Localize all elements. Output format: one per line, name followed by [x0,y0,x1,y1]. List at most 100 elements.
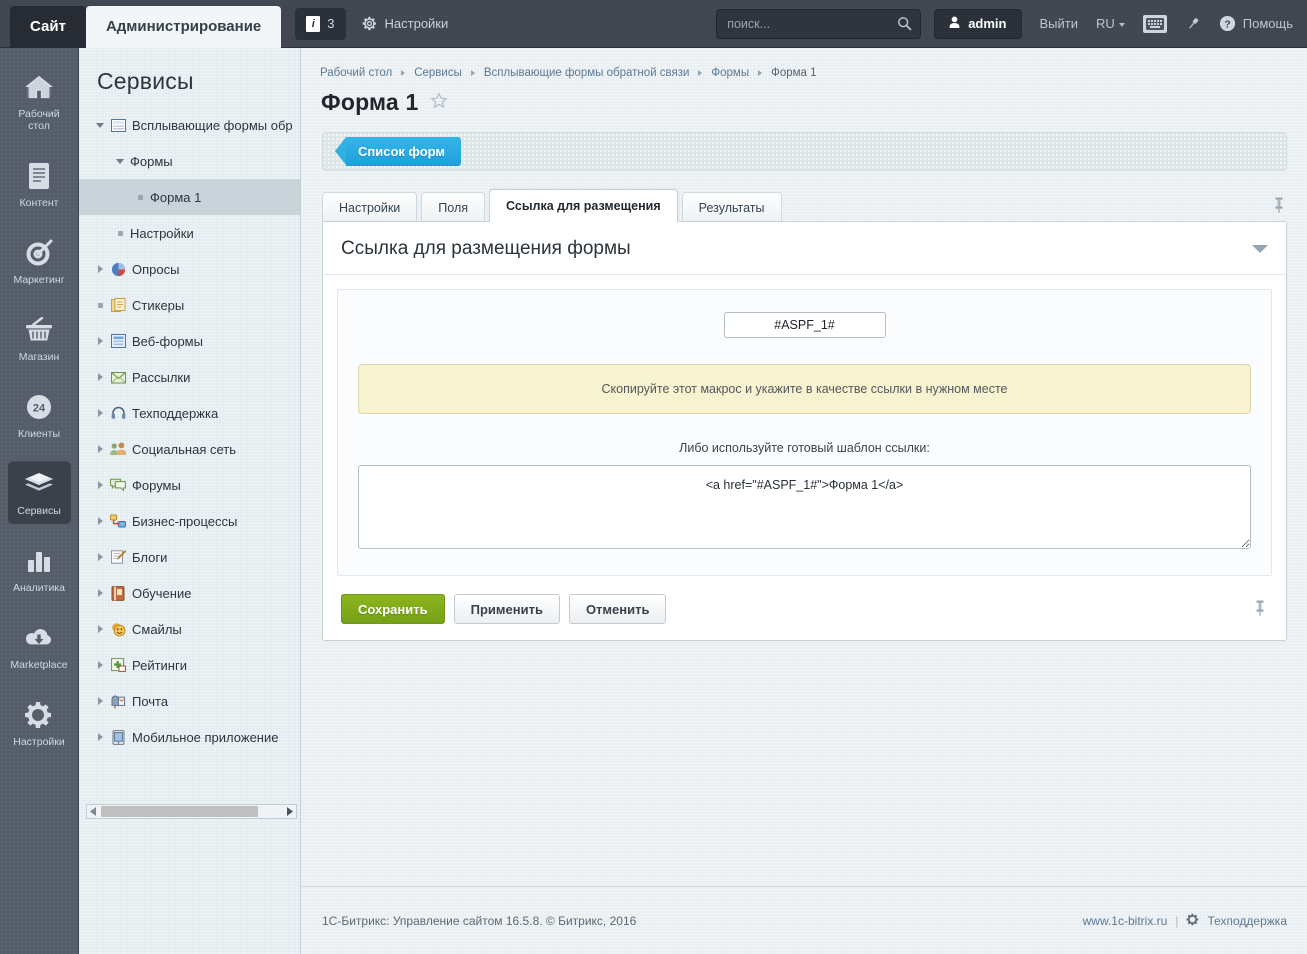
chevron-right-icon[interactable] [93,265,107,273]
tree-node[interactable]: Социальная сеть [79,431,300,467]
chevron-down-icon[interactable] [93,122,107,128]
sidebar-item-services[interactable]: Сервисы [7,461,71,524]
breadcrumb-separator-icon [470,70,475,76]
chevron-right-icon[interactable] [93,337,107,345]
page-title: Форма 1 [321,89,419,115]
pin-icon[interactable] [1252,599,1268,620]
caret-down-icon[interactable] [1252,245,1268,253]
search-input[interactable] [717,9,921,38]
tree-node[interactable]: Техподдержка [79,395,300,431]
tab-результаты[interactable]: Результаты [681,192,782,222]
breadcrumb-item[interactable]: Форма 1 [771,67,816,79]
sidebar-item-settings[interactable]: Настройки [8,692,71,755]
tree-node[interactable]: Почта [79,683,300,719]
macro-input[interactable] [723,312,886,338]
button-row: Сохранить Применить Отменить [323,586,1286,640]
settings-button[interactable]: Настройки [362,16,449,31]
chevron-right-icon[interactable] [93,589,107,597]
tree-node[interactable]: Форумы [79,467,300,503]
sidebar-item-analytics[interactable]: Аналитика [8,538,71,601]
chevron-right-icon[interactable] [93,517,107,525]
smiley-icon [107,622,129,637]
question-circle-icon: ? [1219,15,1235,32]
tree-node-label: Обучение [132,585,192,601]
sidebar-item-clients[interactable]: 24 Клиенты [8,384,71,447]
sidebar-item-content[interactable]: Контент [8,153,71,216]
tree-node-label: Блоги [132,549,168,565]
chevron-right-icon[interactable] [93,661,107,669]
tree-node[interactable]: Рассылки [79,359,300,395]
people-icon [107,442,129,456]
sidebar-item-desktop[interactable]: Рабочий стол [8,64,71,139]
search-box[interactable] [716,8,922,39]
main-content: Рабочий стол Сервисы Всплывающие формы обр… [301,48,1307,954]
footer-site-link[interactable]: www.1c-bitrix.ru [1083,914,1168,928]
sidebar-item-shop[interactable]: Магазин [8,307,71,370]
chevron-right-icon[interactable] [93,553,107,561]
chevron-right-icon[interactable] [93,481,107,489]
tree-node[interactable]: Веб-формы [79,323,300,359]
keyboard-shortcuts-button[interactable] [1142,14,1167,33]
apply-button[interactable]: Применить [453,594,560,624]
user-menu-button[interactable]: admin [934,8,1022,39]
logout-link[interactable]: Выйти [1040,16,1079,31]
scrollbar-thumb[interactable] [101,806,258,817]
chevron-right-icon[interactable] [93,625,107,633]
star-outline-icon[interactable] [429,92,448,113]
tree-node[interactable]: Форма 1 [79,179,300,215]
language-selector[interactable]: RU [1096,16,1125,31]
layers-icon [24,469,54,499]
footer-support-link[interactable]: Техподдержка [1207,914,1287,928]
breadcrumb-item[interactable]: Всплывающие формы обратной связи [484,67,690,79]
link-template-textarea[interactable] [358,465,1251,549]
breadcrumb-item[interactable]: Формы [711,67,749,79]
tree-node[interactable]: Опросы [79,251,300,287]
chevron-right-icon[interactable] [93,445,107,453]
sidebar-item-marketing[interactable]: Маркетинг [8,230,71,293]
pin-icon[interactable] [1185,16,1201,32]
tree-node[interactable]: Обучение [79,575,300,611]
tree-node[interactable]: Мобильное приложение [79,719,300,755]
tree-node-label: Почта [132,693,169,709]
settings-label: Настройки [384,16,449,31]
tree-title: Сервисы [97,68,194,94]
chevron-right-icon[interactable] [93,697,107,705]
tree-node-label: Формы [130,153,173,169]
triangle-right-icon[interactable] [283,807,296,816]
target-icon [25,238,53,268]
tab-поля[interactable]: Поля [421,192,486,222]
tree-node[interactable]: Рейтинги [79,647,300,683]
form-list-button[interactable]: Список форм [334,137,462,166]
tree-node[interactable]: Бизнес-процессы [79,503,300,539]
breadcrumb-item[interactable]: Сервисы [414,67,462,79]
tab-ссылка-для-размещения[interactable]: Ссылка для размещения [489,189,678,222]
clients-24-icon: 24 [25,392,53,422]
chevron-right-icon[interactable] [93,409,107,417]
tree-node-label: Рейтинги [132,657,187,673]
cancel-button[interactable]: Отменить [568,594,667,624]
tree-node[interactable]: Формы [79,143,300,179]
notifications-button[interactable]: i 3 [295,7,346,40]
tree-node-label: Смайлы [132,621,182,637]
save-button[interactable]: Сохранить [341,594,445,624]
help-button[interactable]: ? Помощь [1219,15,1293,32]
sidebar-item-label: Marketplace [10,659,68,671]
tree-node[interactable]: Всплывающие формы обр [79,107,300,143]
breadcrumb-item[interactable]: Рабочий стол [320,67,392,79]
tree-node[interactable]: Блоги [79,539,300,575]
pin-icon[interactable] [1271,196,1287,217]
headset-icon [107,406,129,420]
tab-site[interactable]: Сайт [10,5,86,48]
tree-node[interactable]: Смайлы [79,611,300,647]
tree-node[interactable]: Стикеры [79,287,300,323]
tab-настройки[interactable]: Настройки [322,192,418,222]
tree-node[interactable]: Настройки [79,215,300,251]
sidebar-item-marketplace[interactable]: Marketplace [8,615,71,678]
tab-administration[interactable]: Администрирование [85,5,282,48]
triangle-left-icon[interactable] [87,807,100,816]
tree-horizontal-scrollbar[interactable] [86,804,297,819]
chevron-right-icon[interactable] [93,733,107,741]
chevron-right-icon[interactable] [93,373,107,381]
search-icon[interactable] [897,16,912,34]
chevron-down-icon[interactable] [113,158,127,164]
